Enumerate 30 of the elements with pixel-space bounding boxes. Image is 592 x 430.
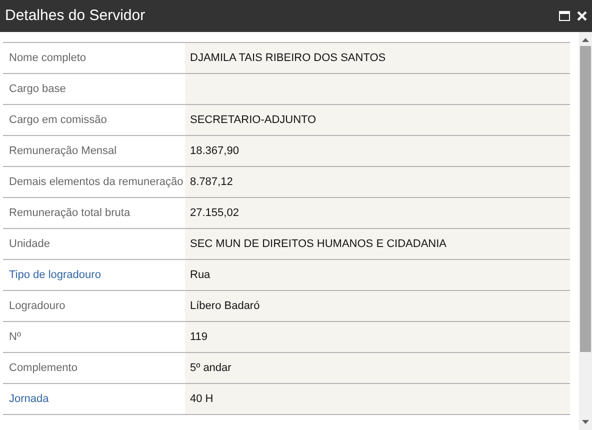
scroll-thumb[interactable] [580,46,591,352]
value-cell: 40 H [185,384,570,414]
scroll-up-icon[interactable] [582,38,589,42]
scrollbar[interactable] [579,32,592,430]
field-label[interactable]: Tipo de logradouro [9,266,101,284]
field-label: Remuneração total bruta [9,206,130,221]
value-cell: SECRETARIO-ADJUNTO [185,105,570,135]
value-cell: Líbero Badaró [185,291,570,321]
value-cell: 5º andar [185,353,570,383]
scroll-down-icon[interactable] [582,420,589,424]
value-cell: 119 [185,322,570,352]
field-label: Nome completo [9,50,86,66]
value-cell: Rua [185,260,570,290]
field-label: Logradouro [9,298,66,314]
field-label: Cargo base [9,82,66,97]
field-label: Remuneração Mensal [9,144,117,159]
field-label: Demais elementos da remuneração [9,174,184,190]
maximize-icon[interactable] [559,11,570,21]
value-cell: 8.787,12 [185,167,570,197]
field-label: Nº [9,330,21,345]
window-title: Detalhes do Servidor [5,6,146,26]
value-cell: 18.367,90 [185,136,570,166]
value-cell: SEC MUN DE DIREITOS HUMANOS E CIDADANIA [185,229,570,259]
field-label: Unidade [9,236,50,252]
value-cell: DJAMILA TAIS RIBEIRO DOS SANTOS [185,43,570,73]
field-label: Complemento [9,360,78,376]
value-cell: 27.155,02 [185,198,570,228]
field-label[interactable]: Jornada [9,390,49,408]
close-icon[interactable] [577,11,587,21]
field-label: Cargo em comissão [9,112,107,128]
